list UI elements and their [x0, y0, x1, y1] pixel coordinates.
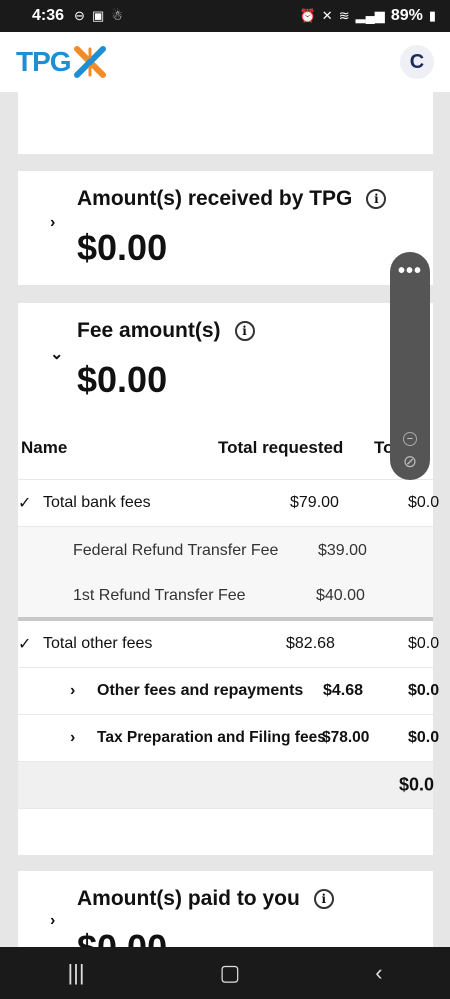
paid-amount: $0.00 — [77, 927, 167, 947]
table-row: 1st Refund Transfer Fee $40.00 — [18, 574, 433, 621]
received-amount: $0.00 — [77, 227, 168, 268]
bank-item-requested: $40.00 — [316, 586, 365, 604]
accessibility-icon: ☃ — [111, 8, 123, 23]
status-time: 4:36 — [32, 7, 65, 24]
bank-fees-row[interactable]: ✓ Total bank fees $79.00 $0.0 — [18, 480, 439, 527]
chevron-down-icon[interactable]: ✓ — [18, 493, 31, 513]
received-card[interactable]: › Amount(s) received by TPG i $0.00 — [18, 171, 433, 285]
other-fees-label: Total other fees — [43, 635, 153, 652]
received-title-text: Amount(s) received by TPG — [77, 187, 353, 210]
info-icon[interactable]: i — [234, 321, 255, 341]
table-header-row: Name Total requested To — [18, 417, 433, 480]
floating-menu[interactable]: ••• − ⊘ — [390, 252, 430, 480]
other-item-row[interactable]: › Other fees and repayments $4.68 $0.0 — [18, 668, 439, 715]
battery-level: 89% — [390, 7, 423, 24]
app-header: TPG C — [0, 32, 450, 92]
table-row: Federal Refund Transfer Fee $39.00 — [18, 527, 433, 574]
hide-icon[interactable]: ⊘ — [390, 452, 430, 472]
previous-card — [18, 92, 433, 154]
bank-item-label: Federal Refund Transfer Fee — [73, 541, 279, 559]
more-icon[interactable]: ••• — [390, 260, 430, 283]
other-item-requested: $4.68 — [323, 682, 364, 699]
bank-item-requested: $39.00 — [318, 541, 367, 559]
table-spacer — [18, 809, 433, 855]
chevron-down-icon[interactable]: ✓ — [18, 634, 31, 654]
fee-title: Fee amount(s) i — [77, 319, 255, 343]
battery-icon: ▮ — [428, 8, 436, 23]
fee-amount: $0.00 — [77, 359, 168, 400]
fee-table: Name Total requested To ✓ Total bank fee… — [18, 417, 439, 855]
fee-title-text: Fee amount(s) — [77, 319, 221, 342]
status-bar: 4:36 ⊖ ▣ ☃ ⏰ ✕ ≋ ▂▄▆ 89% ▮ — [0, 0, 450, 32]
other-fees-row[interactable]: ✓ Total other fees $82.68 $0.0 — [18, 621, 439, 668]
app-notification-icon: ▣ — [91, 8, 105, 23]
wifi-icon: ≋ — [338, 8, 350, 23]
recent-apps-icon[interactable]: ||| — [67, 960, 84, 986]
info-icon[interactable]: i — [313, 889, 334, 909]
paid-title-text: Amount(s) paid to you — [77, 887, 300, 910]
info-icon[interactable]: i — [366, 189, 387, 209]
fee-card[interactable]: ⌄ Fee amount(s) i $0.00 — [18, 303, 433, 417]
other-item-requested: $78.00 — [322, 729, 370, 746]
chevron-right-icon[interactable]: › — [50, 912, 55, 930]
chevron-right-icon[interactable]: › — [70, 729, 75, 747]
logo-text: TPG — [16, 46, 72, 77]
dnd-icon: ⊖ — [74, 8, 85, 23]
paid-title: Amount(s) paid to you i — [77, 887, 334, 911]
other-item-third: $0.0 — [408, 682, 440, 699]
other-item-third: $0.0 — [408, 729, 440, 746]
header-total-requested: Total requested — [218, 438, 344, 457]
system-icons: ⏰ ✕ ≋ ▂▄▆ 89% ▮ — [300, 7, 436, 25]
grand-total-row: $0.0 — [18, 762, 435, 809]
bank-item-label: 1st Refund Transfer Fee — [73, 586, 246, 604]
tpg-logo[interactable]: TPG — [16, 45, 107, 79]
minimize-icon[interactable]: − — [403, 432, 417, 446]
avatar[interactable]: C — [400, 45, 434, 79]
main-content: › Amount(s) received by TPG i $0.00 ⌄ Fe… — [0, 92, 450, 947]
logo-cross-icon — [73, 46, 106, 78]
other-fees-third: $0.0 — [408, 635, 440, 652]
back-icon[interactable]: ‹ — [375, 960, 382, 986]
other-item-label: Other fees and repayments — [97, 682, 304, 699]
nav-bar: ||| ▢ ‹ — [0, 947, 450, 999]
chevron-right-icon[interactable]: › — [50, 214, 55, 232]
chevron-right-icon[interactable]: › — [70, 682, 75, 700]
grand-total-value: $0.0 — [399, 774, 435, 795]
home-icon[interactable]: ▢ — [220, 960, 241, 986]
header-name: Name — [21, 438, 68, 457]
signal-icon: ▂▄▆ — [355, 8, 385, 23]
other-item-row[interactable]: › Tax Preparation and Filing fees $78.00… — [18, 715, 439, 762]
chevron-down-icon[interactable]: ⌄ — [50, 344, 63, 364]
bank-fees-third: $0.0 — [408, 494, 440, 511]
mute-icon: ✕ — [321, 8, 333, 23]
paid-card[interactable]: › Amount(s) paid to you i $0.00 — [18, 871, 433, 947]
other-fees-requested: $82.68 — [286, 635, 335, 652]
bank-fees-requested: $79.00 — [290, 494, 339, 511]
notification-icons: ⊖ ▣ ☃ — [74, 8, 123, 24]
alarm-icon: ⏰ — [299, 8, 316, 23]
bank-fees-label: Total bank fees — [43, 494, 151, 511]
other-item-label: Tax Preparation and Filing fees — [97, 729, 326, 746]
received-title: Amount(s) received by TPG i — [77, 187, 387, 211]
